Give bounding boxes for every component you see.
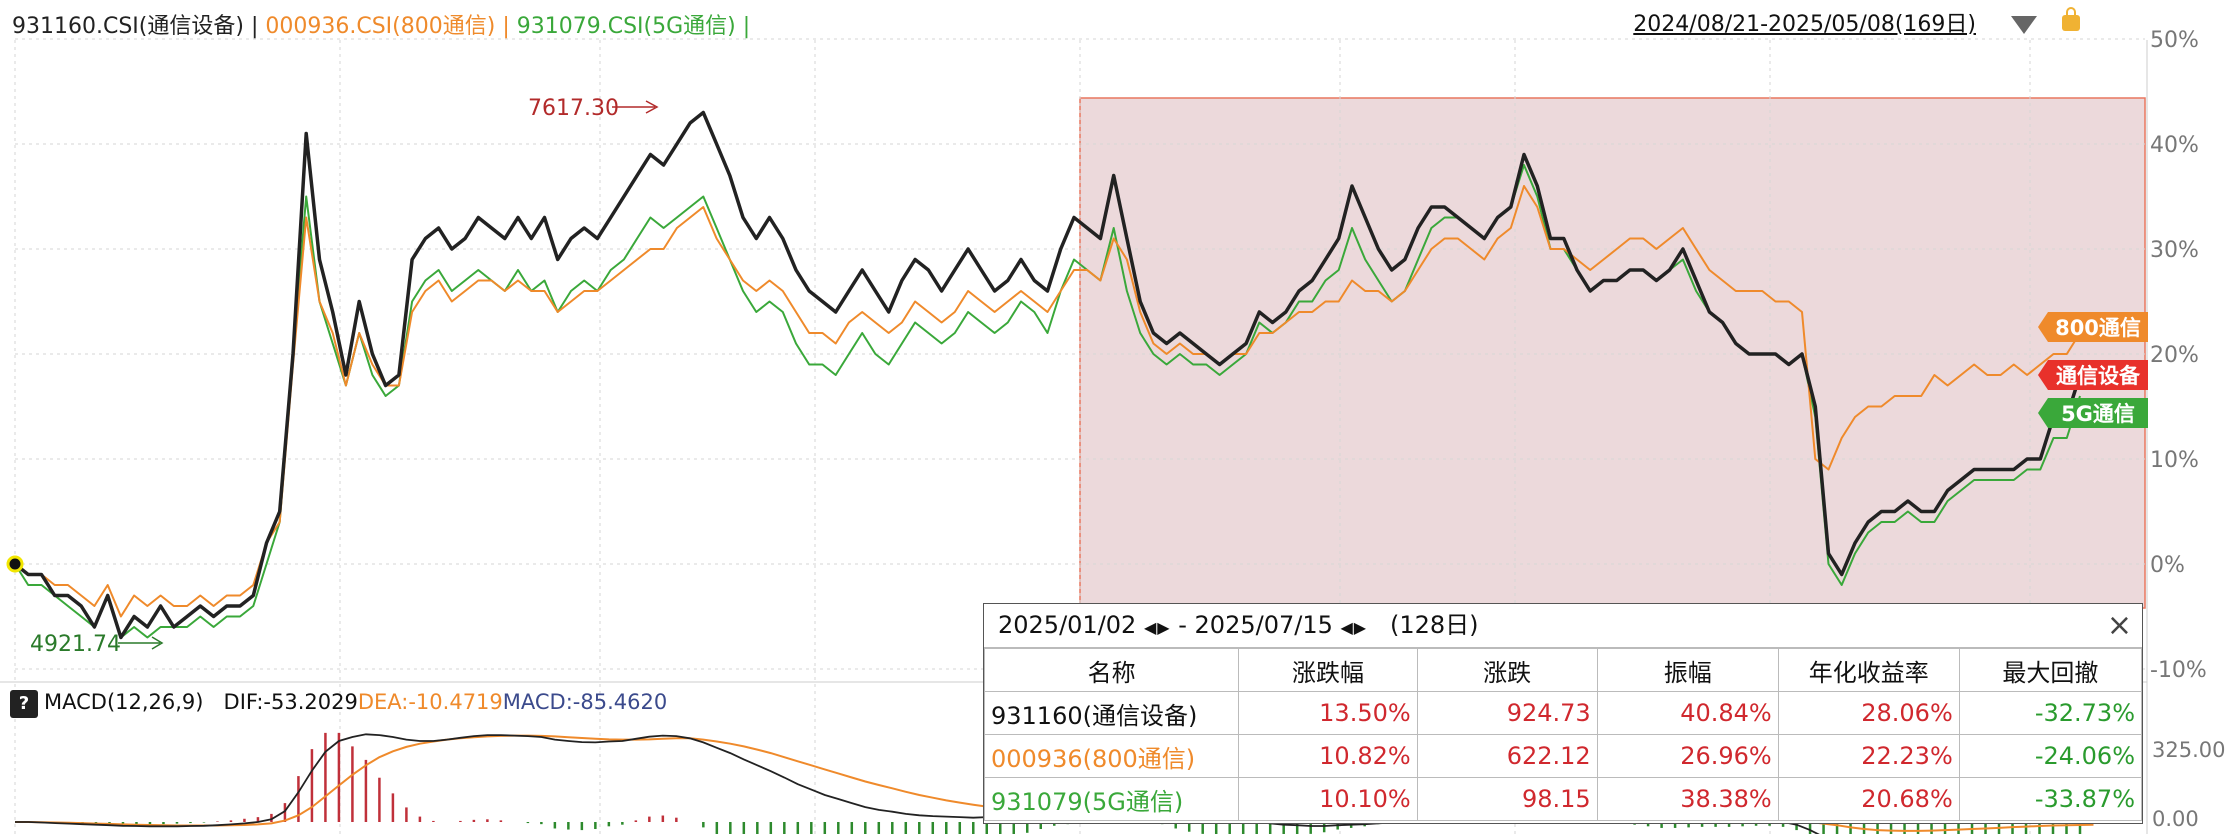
end-date-arrows-icon[interactable]: ◀▶	[1341, 618, 1368, 637]
cell-amplitude: 26.96%	[1596, 734, 1779, 778]
table-row[interactable]: 931160(通信设备) 13.50% 924.73 40.84% 28.06% -32.…	[983, 691, 2143, 735]
cell-name: 931160(通信设备)	[983, 691, 1240, 735]
column-header[interactable]: 涨跌幅	[1238, 648, 1418, 692]
end-label-comm: 通信设备	[2038, 360, 2148, 390]
cell-max-drawdown: -33.87%	[1958, 777, 2143, 821]
cell-annual-return: 28.06%	[1777, 691, 1960, 735]
macd-y-tick-label: 0.00	[2152, 807, 2199, 831]
end-date[interactable]: 2025/07/15	[1195, 611, 1333, 639]
start-date-arrows-icon[interactable]: ◀▶	[1144, 618, 1171, 637]
column-header[interactable]: 年化收益率	[1777, 648, 1960, 692]
cell-change: 924.73	[1416, 691, 1598, 735]
y-tick-label: 40%	[2150, 133, 2199, 158]
column-header[interactable]: 名称	[983, 648, 1240, 692]
macd-label: MACD(12,26,9)	[44, 690, 204, 714]
macd-dea: DEA:-10.4719	[357, 690, 503, 714]
column-header[interactable]: 涨跌	[1416, 648, 1598, 692]
end-label-800: 800通信	[2038, 312, 2148, 342]
column-header[interactable]: 最大回撤	[1958, 648, 2143, 692]
y-tick-label: 20%	[2150, 343, 2199, 368]
cell-change-pct: 13.50%	[1238, 691, 1418, 735]
close-icon[interactable]: ×	[2107, 604, 2132, 647]
cell-name: 931079(5G通信)	[983, 777, 1240, 821]
cell-name: 000936(800通信)	[983, 734, 1240, 778]
cell-change-pct: 10.82%	[1238, 734, 1418, 778]
start-marker[interactable]	[6, 555, 24, 573]
table-header-row: 名称 涨跌幅 涨跌 振幅 年化收益率 最大回撤	[983, 648, 2143, 692]
cell-max-drawdown: -32.73%	[1958, 691, 2143, 735]
stats-table: 名称 涨跌幅 涨跌 振幅 年化收益率 最大回撤 931160(通信设备) 13.50% 924…	[983, 648, 2143, 821]
end-labels: 800通信通信设备 5G通信	[2038, 312, 2148, 428]
cell-amplitude: 38.38%	[1596, 777, 1779, 821]
y-tick-label: 30%	[2150, 238, 2199, 263]
y-tick-label: -10%	[2150, 658, 2207, 683]
macd-value: MACD:-85.4620	[502, 690, 668, 714]
column-header[interactable]: 振幅	[1596, 648, 1779, 692]
help-icon[interactable]: ?	[10, 690, 38, 718]
table-row[interactable]: 000936(800通信) 10.82% 622.12 26.96% 22.23% -24…	[983, 734, 2143, 778]
end-label-text: 通信设备	[2056, 364, 2141, 388]
low-label: 4921.74	[30, 632, 121, 657]
macd-y-tick-label: 325.00	[2152, 738, 2225, 762]
cell-amplitude: 40.84%	[1596, 691, 1779, 735]
date-separator: -	[1178, 611, 1187, 639]
y-axis-ticks: 50% 40% 30% 20% 10% 0% -10% 325.00 0.00	[2150, 28, 2225, 831]
macd-legend: ? MACD(12,26,9) DIF:-53.2029DEA:-10.4719M…	[10, 690, 667, 718]
table-row[interactable]: 931079(5G通信) 10.10% 98.15 38.38% 20.68% -33.8…	[983, 777, 2143, 821]
days-count: (128日)	[1390, 611, 1479, 639]
y-tick-label: 10%	[2150, 448, 2199, 473]
cell-annual-return: 20.68%	[1777, 777, 1960, 821]
interval-stats-popup[interactable]: 2025/01/02 ◀▶ - 2025/07/15 ◀▶ (128日) × 名…	[983, 603, 2143, 824]
end-label-text: 5G通信	[2061, 402, 2135, 426]
macd-dif: DIF:-53.2029	[223, 690, 358, 714]
end-label-5g: 5G通信	[2038, 398, 2148, 428]
popup-header: 2025/01/02 ◀▶ - 2025/07/15 ◀▶ (128日) ×	[984, 604, 2142, 648]
y-tick-label: 0%	[2150, 553, 2185, 578]
cell-change: 622.12	[1416, 734, 1598, 778]
cell-max-drawdown: -24.06%	[1958, 734, 2143, 778]
high-label: 7617.30	[528, 96, 619, 121]
cell-annual-return: 22.23%	[1777, 734, 1960, 778]
start-date[interactable]: 2025/01/02	[998, 611, 1136, 639]
cell-change-pct: 10.10%	[1238, 777, 1418, 821]
cell-change: 98.15	[1416, 777, 1598, 821]
end-label-text: 800通信	[2055, 316, 2141, 340]
y-tick-label: 50%	[2150, 28, 2199, 53]
